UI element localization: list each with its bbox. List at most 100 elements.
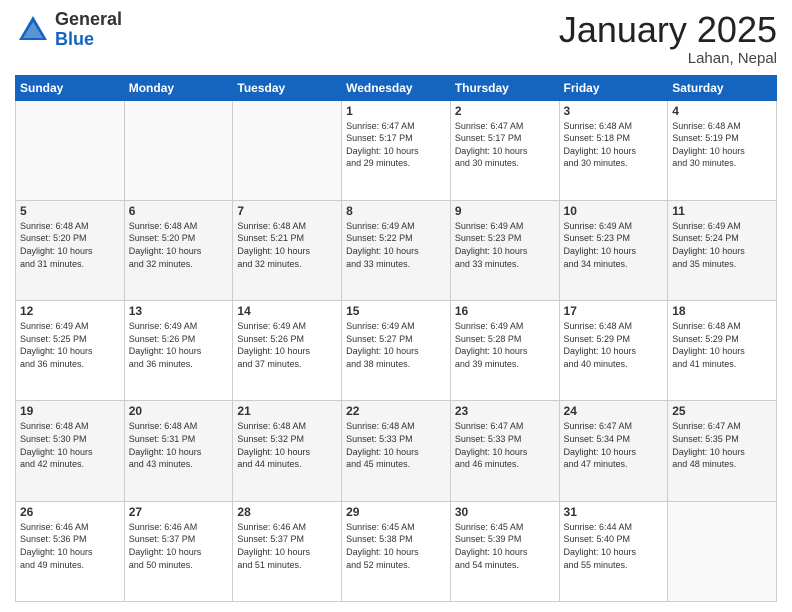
day-number: 17 xyxy=(564,304,664,318)
day-info: Sunrise: 6:49 AMSunset: 5:26 PMDaylight:… xyxy=(129,320,229,370)
table-cell xyxy=(233,100,342,200)
logo-blue: Blue xyxy=(55,29,94,49)
day-info: Sunrise: 6:49 AMSunset: 5:28 PMDaylight:… xyxy=(455,320,555,370)
day-info: Sunrise: 6:45 AMSunset: 5:39 PMDaylight:… xyxy=(455,521,555,571)
col-sunday: Sunday xyxy=(16,75,125,100)
table-cell: 14 Sunrise: 6:49 AMSunset: 5:26 PMDayligh… xyxy=(233,301,342,401)
logo-general: General xyxy=(55,9,122,29)
table-cell: 20 Sunrise: 6:48 AMSunset: 5:31 PMDayligh… xyxy=(124,401,233,501)
table-cell: 30 Sunrise: 6:45 AMSunset: 5:39 PMDayligh… xyxy=(450,501,559,601)
calendar-row: 12 Sunrise: 6:49 AMSunset: 5:25 PMDayligh… xyxy=(16,301,777,401)
day-number: 29 xyxy=(346,505,446,519)
day-info: Sunrise: 6:46 AMSunset: 5:37 PMDaylight:… xyxy=(237,521,337,571)
day-number: 7 xyxy=(237,204,337,218)
day-info: Sunrise: 6:49 AMSunset: 5:27 PMDaylight:… xyxy=(346,320,446,370)
day-info: Sunrise: 6:48 AMSunset: 5:30 PMDaylight:… xyxy=(20,420,120,470)
title-block: January 2025 Lahan, Nepal xyxy=(559,10,777,67)
day-info: Sunrise: 6:49 AMSunset: 5:26 PMDaylight:… xyxy=(237,320,337,370)
month-title: January 2025 xyxy=(559,10,777,50)
day-info: Sunrise: 6:49 AMSunset: 5:23 PMDaylight:… xyxy=(564,220,664,270)
calendar-row: 5 Sunrise: 6:48 AMSunset: 5:20 PMDaylight… xyxy=(16,200,777,300)
day-info: Sunrise: 6:48 AMSunset: 5:31 PMDaylight:… xyxy=(129,420,229,470)
day-info: Sunrise: 6:48 AMSunset: 5:32 PMDaylight:… xyxy=(237,420,337,470)
day-info: Sunrise: 6:49 AMSunset: 5:23 PMDaylight:… xyxy=(455,220,555,270)
table-cell: 7 Sunrise: 6:48 AMSunset: 5:21 PMDaylight… xyxy=(233,200,342,300)
day-number: 12 xyxy=(20,304,120,318)
calendar-table: Sunday Monday Tuesday Wednesday Thursday… xyxy=(15,75,777,602)
day-number: 25 xyxy=(672,404,772,418)
table-cell: 29 Sunrise: 6:45 AMSunset: 5:38 PMDayligh… xyxy=(342,501,451,601)
day-number: 21 xyxy=(237,404,337,418)
day-info: Sunrise: 6:49 AMSunset: 5:25 PMDaylight:… xyxy=(20,320,120,370)
col-saturday: Saturday xyxy=(668,75,777,100)
table-cell: 25 Sunrise: 6:47 AMSunset: 5:35 PMDayligh… xyxy=(668,401,777,501)
table-cell: 27 Sunrise: 6:46 AMSunset: 5:37 PMDayligh… xyxy=(124,501,233,601)
table-cell: 13 Sunrise: 6:49 AMSunset: 5:26 PMDayligh… xyxy=(124,301,233,401)
table-cell: 31 Sunrise: 6:44 AMSunset: 5:40 PMDayligh… xyxy=(559,501,668,601)
day-number: 19 xyxy=(20,404,120,418)
day-info: Sunrise: 6:49 AMSunset: 5:24 PMDaylight:… xyxy=(672,220,772,270)
day-info: Sunrise: 6:44 AMSunset: 5:40 PMDaylight:… xyxy=(564,521,664,571)
day-number: 1 xyxy=(346,104,446,118)
table-cell: 26Sunrise: 6:46 AMSunset: 5:36 PMDayligh… xyxy=(16,501,125,601)
calendar-row: 1 Sunrise: 6:47 AMSunset: 5:17 PMDaylight… xyxy=(16,100,777,200)
day-number: 10 xyxy=(564,204,664,218)
day-info: Sunrise: 6:48 AMSunset: 5:18 PMDaylight:… xyxy=(564,120,664,170)
day-number: 8 xyxy=(346,204,446,218)
day-number: 31 xyxy=(564,505,664,519)
logo-icon xyxy=(15,12,51,48)
table-cell: 23 Sunrise: 6:47 AMSunset: 5:33 PMDayligh… xyxy=(450,401,559,501)
calendar-row: 19 Sunrise: 6:48 AMSunset: 5:30 PMDayligh… xyxy=(16,401,777,501)
day-info: Sunrise: 6:45 AMSunset: 5:38 PMDaylight:… xyxy=(346,521,446,571)
table-cell: 12 Sunrise: 6:49 AMSunset: 5:25 PMDayligh… xyxy=(16,301,125,401)
table-cell: 24Sunrise: 6:47 AMSunset: 5:34 PMDayligh… xyxy=(559,401,668,501)
table-cell xyxy=(668,501,777,601)
day-number: 27 xyxy=(129,505,229,519)
table-cell xyxy=(16,100,125,200)
table-cell: 1Sunrise: 6:47 AMSunset: 5:17 PMDaylight… xyxy=(342,100,451,200)
logo-text: General Blue xyxy=(55,10,122,50)
table-cell: 17Sunrise: 6:48 AMSunset: 5:29 PMDayligh… xyxy=(559,301,668,401)
day-number: 26 xyxy=(20,505,120,519)
day-number: 9 xyxy=(455,204,555,218)
day-info: Sunrise: 6:49 AMSunset: 5:22 PMDaylight:… xyxy=(346,220,446,270)
day-number: 6 xyxy=(129,204,229,218)
day-info: Sunrise: 6:48 AMSunset: 5:20 PMDaylight:… xyxy=(129,220,229,270)
day-number: 18 xyxy=(672,304,772,318)
table-cell: 19 Sunrise: 6:48 AMSunset: 5:30 PMDayligh… xyxy=(16,401,125,501)
day-info: Sunrise: 6:48 AMSunset: 5:29 PMDaylight:… xyxy=(672,320,772,370)
day-number: 23 xyxy=(455,404,555,418)
table-cell: 16Sunrise: 6:49 AMSunset: 5:28 PMDayligh… xyxy=(450,301,559,401)
col-friday: Friday xyxy=(559,75,668,100)
table-cell: 28Sunrise: 6:46 AMSunset: 5:37 PMDayligh… xyxy=(233,501,342,601)
day-number: 13 xyxy=(129,304,229,318)
table-cell: 2Sunrise: 6:47 AMSunset: 5:17 PMDaylight… xyxy=(450,100,559,200)
day-info: Sunrise: 6:47 AMSunset: 5:35 PMDaylight:… xyxy=(672,420,772,470)
day-info: Sunrise: 6:48 AMSunset: 5:33 PMDaylight:… xyxy=(346,420,446,470)
day-info: Sunrise: 6:47 AMSunset: 5:34 PMDaylight:… xyxy=(564,420,664,470)
day-number: 14 xyxy=(237,304,337,318)
day-number: 20 xyxy=(129,404,229,418)
col-monday: Monday xyxy=(124,75,233,100)
col-thursday: Thursday xyxy=(450,75,559,100)
header: General Blue January 2025 Lahan, Nepal xyxy=(15,10,777,67)
header-row: Sunday Monday Tuesday Wednesday Thursday… xyxy=(16,75,777,100)
logo: General Blue xyxy=(15,10,122,50)
table-cell: 22Sunrise: 6:48 AMSunset: 5:33 PMDayligh… xyxy=(342,401,451,501)
table-cell: 21 Sunrise: 6:48 AMSunset: 5:32 PMDayligh… xyxy=(233,401,342,501)
table-cell: 10 Sunrise: 6:49 AMSunset: 5:23 PMDayligh… xyxy=(559,200,668,300)
day-info: Sunrise: 6:47 AMSunset: 5:33 PMDaylight:… xyxy=(455,420,555,470)
day-info: Sunrise: 6:47 AMSunset: 5:17 PMDaylight:… xyxy=(455,120,555,170)
day-number: 30 xyxy=(455,505,555,519)
col-tuesday: Tuesday xyxy=(233,75,342,100)
day-number: 3 xyxy=(564,104,664,118)
table-cell: 3 Sunrise: 6:48 AMSunset: 5:18 PMDaylight… xyxy=(559,100,668,200)
day-info: Sunrise: 6:46 AMSunset: 5:37 PMDaylight:… xyxy=(129,521,229,571)
table-cell: 6 Sunrise: 6:48 AMSunset: 5:20 PMDaylight… xyxy=(124,200,233,300)
day-info: Sunrise: 6:48 AMSunset: 5:21 PMDaylight:… xyxy=(237,220,337,270)
day-info: Sunrise: 6:48 AMSunset: 5:19 PMDaylight:… xyxy=(672,120,772,170)
day-number: 4 xyxy=(672,104,772,118)
table-cell: 8 Sunrise: 6:49 AMSunset: 5:22 PMDaylight… xyxy=(342,200,451,300)
table-cell: 11Sunrise: 6:49 AMSunset: 5:24 PMDayligh… xyxy=(668,200,777,300)
day-number: 5 xyxy=(20,204,120,218)
